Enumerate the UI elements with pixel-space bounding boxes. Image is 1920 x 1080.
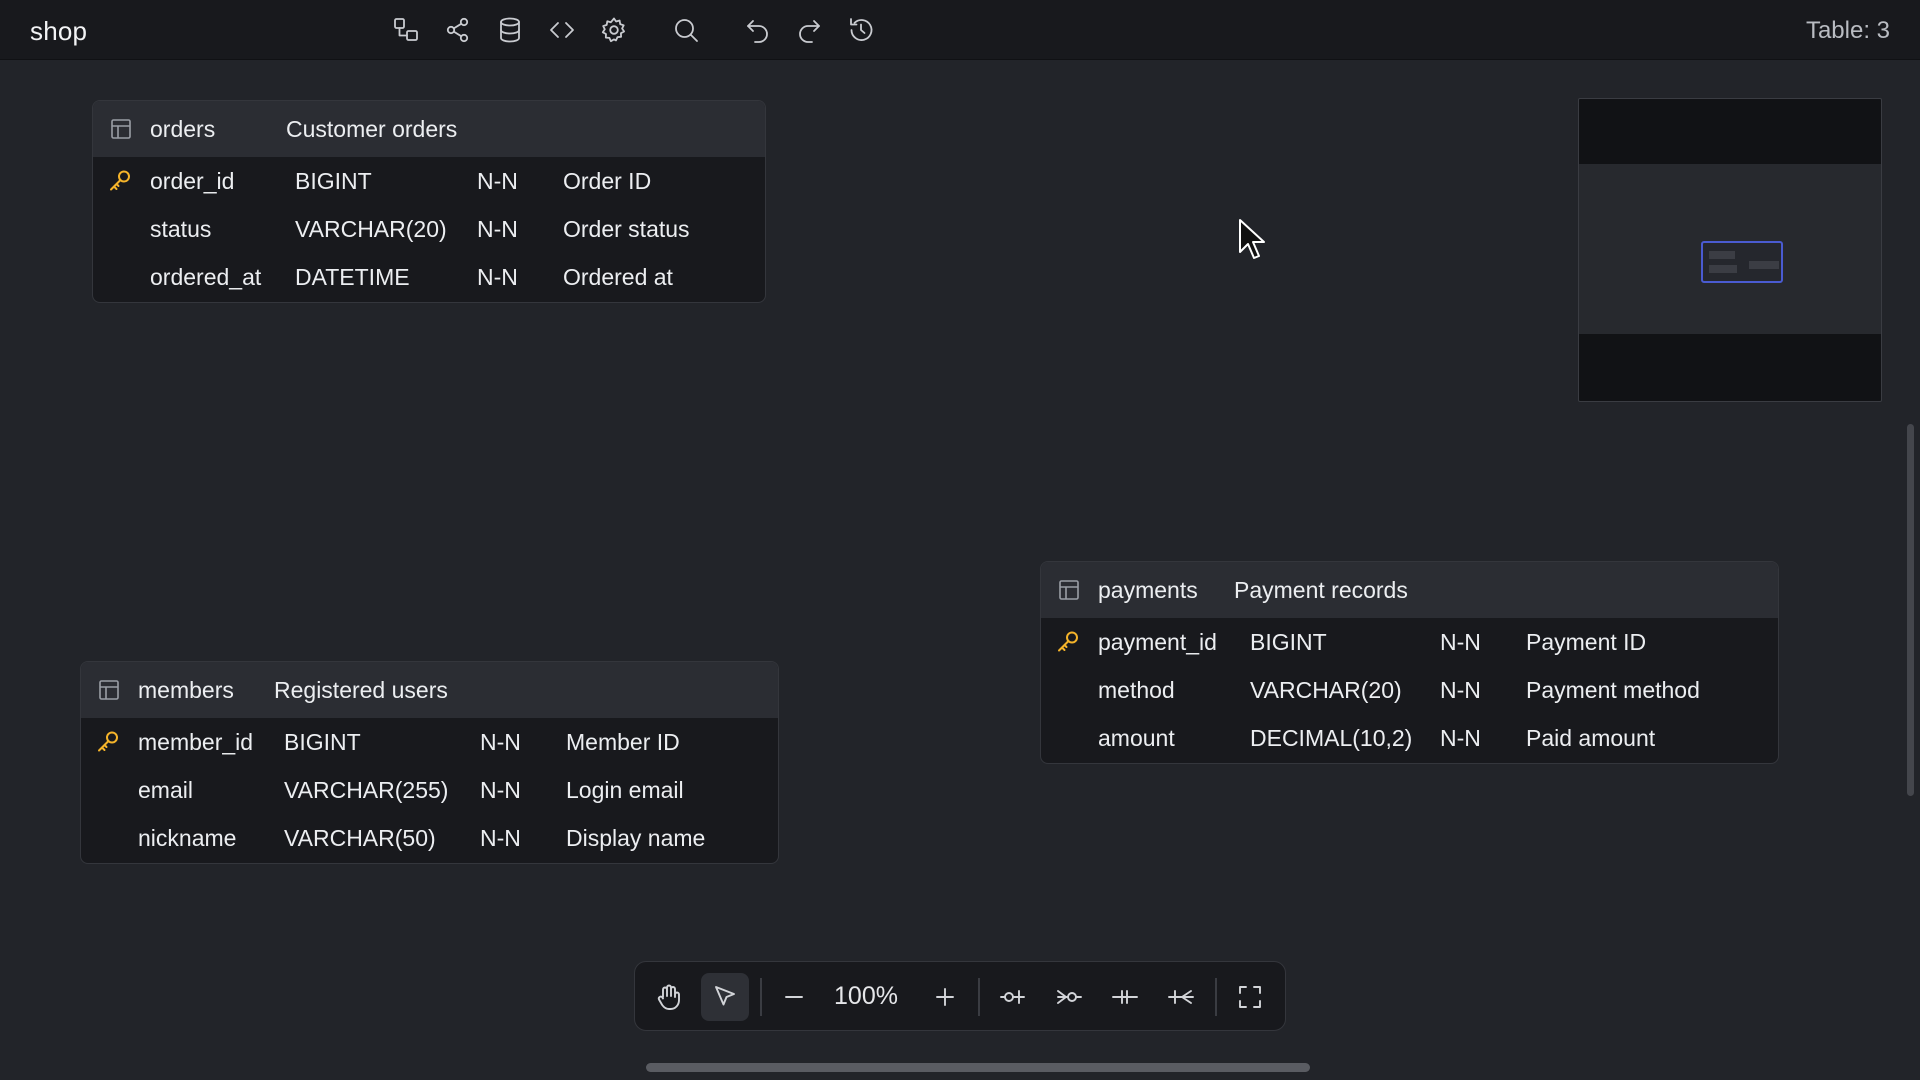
column-type: BIGINT (1250, 629, 1327, 655)
column-name: status (150, 216, 212, 242)
column-name: ordered_at (150, 264, 262, 290)
table-name: orders (150, 115, 216, 142)
table-name: members (138, 676, 234, 703)
column-type: VARCHAR(255) (284, 777, 449, 803)
one-to-one-icon[interactable] (989, 973, 1037, 1021)
column-comment: Member ID (566, 729, 680, 755)
column-name: method (1098, 677, 1175, 703)
pointer-icon[interactable] (701, 973, 749, 1021)
column-type: VARCHAR(20) (1250, 677, 1402, 703)
settings-icon[interactable] (596, 12, 632, 48)
top-bar: shop Table: 3 (0, 0, 1920, 60)
column-row[interactable]: email VARCHAR(255) N-N Login email (81, 766, 778, 814)
table-comment: Customer orders (286, 115, 458, 142)
column-row[interactable]: payment_id BIGINT N-N Payment ID (1041, 618, 1778, 666)
minimap-viewport-frame[interactable] (1701, 241, 1783, 283)
table-icon (1057, 578, 1081, 602)
column-row[interactable]: ordered_at DATETIME N-N Ordered at (93, 253, 765, 301)
column-row[interactable]: order_id BIGINT N-N Order ID (93, 157, 765, 205)
column-type: DECIMAL(10,2) (1250, 725, 1413, 751)
table-card-orders[interactable]: orders Customer orders order_id BIGINT N… (92, 100, 766, 303)
one-to-many-icon[interactable] (1045, 973, 1093, 1021)
zoom-in-icon[interactable] (921, 973, 969, 1021)
fullscreen-icon[interactable] (1226, 973, 1274, 1021)
column-name: email (138, 777, 193, 803)
vertical-scrollbar[interactable] (1907, 424, 1914, 796)
column-type: VARCHAR(20) (295, 216, 447, 242)
database-icon[interactable] (492, 12, 528, 48)
column-comment: Payment method (1526, 677, 1700, 703)
column-row[interactable]: method VARCHAR(20) N-N Payment method (1041, 666, 1778, 714)
column-comment: Ordered at (563, 264, 673, 290)
column-name: order_id (150, 168, 235, 194)
column-comment: Paid amount (1526, 725, 1656, 751)
column-nullable: N-N (480, 777, 521, 803)
column-name: nickname (138, 825, 237, 851)
column-row[interactable]: member_id BIGINT N-N Member ID (81, 718, 778, 766)
column-row[interactable]: status VARCHAR(20) N-N Order status (93, 205, 765, 253)
column-type: DATETIME (295, 264, 410, 290)
app-title: shop (30, 16, 88, 46)
column-name: member_id (138, 729, 254, 755)
table-count: Table: 3 (1805, 17, 1890, 44)
table-comment: Payment records (1234, 576, 1408, 603)
column-type: BIGINT (295, 168, 372, 194)
table-name: payments (1098, 576, 1198, 603)
column-nullable: N-N (477, 168, 518, 194)
column-row[interactable]: amount DECIMAL(10,2) N-N Paid amount (1041, 714, 1778, 762)
table-card-payments[interactable]: payments Payment records payment_id BIGI… (1040, 561, 1779, 764)
zoom-level: 100% (834, 982, 898, 1010)
table-comment: Registered users (274, 676, 448, 703)
column-comment: Payment ID (1526, 629, 1647, 655)
column-nullable: N-N (480, 825, 521, 851)
table-header[interactable]: orders Customer orders (93, 101, 765, 157)
column-type: BIGINT (284, 729, 361, 755)
hand-icon[interactable] (645, 973, 693, 1021)
horizontal-scrollbar[interactable] (646, 1063, 1310, 1072)
table-header[interactable]: payments Payment records (1041, 562, 1778, 618)
zoom-out-icon[interactable] (770, 973, 818, 1021)
column-nullable: N-N (480, 729, 521, 755)
table-icon (97, 678, 121, 702)
column-name: amount (1098, 725, 1175, 751)
share-icon[interactable] (440, 12, 476, 48)
canvas-toolbar: 100% (634, 961, 1286, 1031)
mouse-cursor-icon (1239, 219, 1265, 259)
search-icon[interactable] (668, 12, 704, 48)
primary-key-icon (107, 168, 133, 194)
undo-icon[interactable] (740, 12, 776, 48)
minimap[interactable] (1578, 98, 1882, 402)
primary-key-icon (1055, 629, 1081, 655)
table-card-members[interactable]: members Registered users member_id BIGIN… (80, 661, 779, 864)
zero-many-icon[interactable] (1157, 973, 1205, 1021)
column-row[interactable]: nickname VARCHAR(50) N-N Display name (81, 814, 778, 862)
column-nullable: N-N (477, 216, 518, 242)
column-type: VARCHAR(50) (284, 825, 436, 851)
diagram-icon[interactable] (388, 12, 424, 48)
zero-one-icon[interactable] (1101, 973, 1149, 1021)
column-comment: Login email (566, 777, 684, 803)
column-nullable: N-N (477, 264, 518, 290)
column-comment: Display name (566, 825, 706, 851)
column-name: payment_id (1098, 629, 1217, 655)
column-nullable: N-N (1440, 725, 1481, 751)
primary-key-icon (95, 729, 121, 755)
history-icon[interactable] (843, 12, 879, 48)
column-nullable: N-N (1440, 629, 1481, 655)
redo-icon[interactable] (791, 12, 827, 48)
column-nullable: N-N (1440, 677, 1481, 703)
column-comment: Order ID (563, 168, 652, 194)
code-icon[interactable] (544, 12, 580, 48)
table-header[interactable]: members Registered users (81, 662, 778, 718)
column-comment: Order status (563, 216, 690, 242)
table-icon (109, 117, 133, 141)
